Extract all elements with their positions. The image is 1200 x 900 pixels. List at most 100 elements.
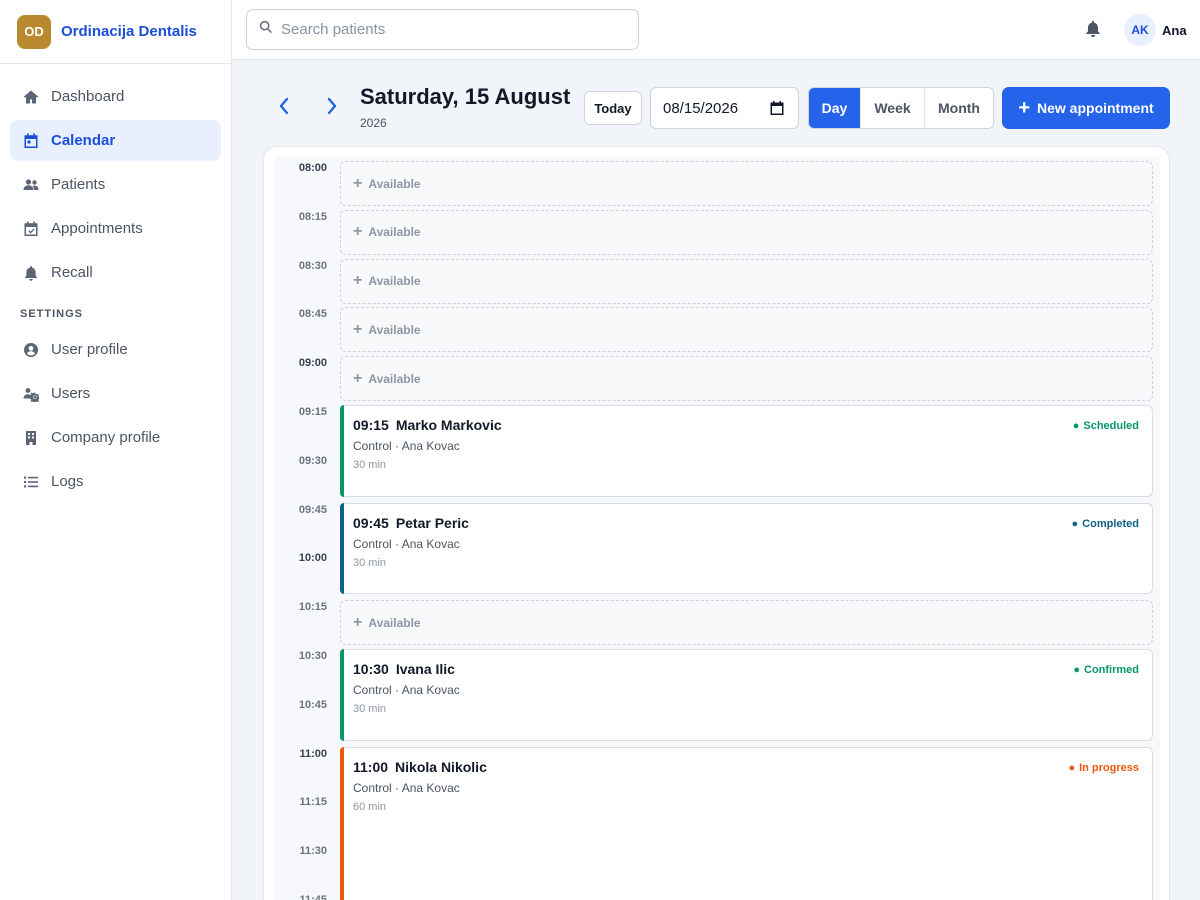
avatar: AK [1124,14,1156,46]
list-icon [22,473,40,491]
appointment-card[interactable]: 10:30 Ivana Ilic Control · Ana Kovac 30 min… [340,649,1153,741]
available-label: Available [368,225,421,240]
status-label: Scheduled [1083,420,1139,432]
appointment-time: 11:00 [353,758,389,775]
sidebar-item-users[interactable]: Users [10,373,221,414]
users-icon [22,176,40,194]
status-bar [340,649,344,741]
status-dot-icon: ● [1071,517,1079,530]
home-icon [22,88,40,106]
view-month-button[interactable]: Month [925,88,993,128]
new-appointment-button[interactable]: + New appointment [1002,87,1170,129]
doctor-name: Ana Kovac [401,683,460,697]
date-field-value: 08/15/2026 [663,99,739,117]
sidebar-item-label: Recall [51,264,93,281]
available-slot[interactable]: + Available [340,307,1153,353]
calendar-picker-icon[interactable] [770,101,784,115]
date-field[interactable]: 08/15/2026 [650,87,799,129]
available-slot[interactable]: + Available [340,258,1153,304]
appointment-meta: Control · Ana Kovac [353,683,1140,697]
available-slot[interactable]: + Available [340,356,1153,402]
time-label: 11:15 [299,796,327,809]
brand-name: Ordinacija Dentalis [61,23,197,40]
view-day-button[interactable]: Day [809,88,861,128]
sidebar-item-label: User profile [51,341,128,358]
patient-name: Petar Peric [395,514,469,531]
brand[interactable]: OD Ordinacija Dentalis [0,0,231,64]
time-label: 10:45 [298,698,327,711]
sidebar-item-calendar[interactable]: Calendar [10,120,221,161]
appointment-card[interactable]: 09:15 Marko Markovic Control · Ana Kovac 30… [340,405,1153,497]
time-label: 10:30 [298,650,327,662]
appointment-type: Control [353,536,392,551]
time-label: 11:45 [299,894,327,900]
view-week-button[interactable]: Week [861,88,925,128]
appointment-meta: Control · Ana Kovac [353,537,1140,551]
next-day-button[interactable] [326,97,340,117]
status-label: In progress [1079,761,1139,774]
doctor-name: Ana Kovac [401,780,460,795]
doctor-name: Ana Kovac [401,439,460,453]
notifications-button[interactable] [1085,20,1103,40]
appointment-meta: Control · Ana Kovac [353,439,1140,453]
available-slot[interactable]: + Available [340,209,1153,255]
time-label: 09:30 [298,454,327,467]
appointment-card[interactable]: 09:45 Petar Peric Control · Ana Kovac 30 mi… [340,502,1153,595]
plus-icon: + [353,320,363,338]
sidebar-item-recall[interactable]: Recall [10,252,221,293]
calendar-icon [22,132,40,150]
date-year: 2026 [360,116,387,130]
sidebar-item-company-profile[interactable]: Company profile [10,417,221,458]
appointment-type: Control [353,439,392,453]
available-slot[interactable]: + Available [340,600,1153,646]
appointment-type: Control [353,683,392,697]
time-label: 09:00 [298,357,327,370]
available-slot[interactable]: + Available [340,161,1153,206]
user-menu[interactable]: AK Ana [1124,14,1187,46]
appointment-card[interactable]: 11:00 Nikola Nikolic Control · Ana Kovac 60… [340,746,1153,900]
status-label: Completed [1082,517,1139,530]
building-icon [22,429,40,447]
users-cog-icon [22,385,40,403]
search-input[interactable] [281,21,621,38]
sidebar-item-patients[interactable]: Patients [10,164,221,205]
appointment-duration: 30 min [353,556,387,569]
plus-icon: + [353,613,363,631]
status-badge: ● Confirmed [1073,664,1139,676]
sidebar-item-appointments[interactable]: Appointments [10,208,221,249]
status-bar [340,502,344,595]
status-badge: ● Completed [1072,518,1140,530]
sidebar-item-dashboard[interactable]: Dashboard [10,76,221,117]
bell-icon [22,264,40,282]
meta-separator: · [391,439,402,453]
sidebar-item-label: Company profile [51,429,161,446]
status-dot-icon: ● [1072,420,1080,432]
time-label: 08:15 [298,210,327,223]
brand-logo: OD [17,14,51,49]
appointment-time: 09:15 [353,417,389,433]
appointment-meta: Control · Ana Kovac [353,781,1140,795]
appointment-type: Control [353,780,392,795]
available-label: Available [368,371,421,386]
doctor-name: Ana Kovac [401,536,460,551]
prev-day-button[interactable] [278,97,292,117]
status-label: Confirmed [1084,664,1139,676]
today-button[interactable]: Today [584,91,642,125]
sidebar-item-label: Appointments [51,220,143,237]
bell-icon [1085,20,1101,42]
appointment-title: 09:15 Marko Markovic [353,417,1140,433]
meta-separator: · [391,780,402,795]
sidebar-item-user-profile[interactable]: User profile [10,329,221,370]
status-badge: ● In progress [1068,762,1139,774]
available-label: Available [368,615,421,630]
appointment-time: 10:30 [353,661,389,677]
status-dot-icon: ● [1068,761,1076,774]
time-label: 08:00 [298,162,327,174]
appointment-title: 10:30 Ivana Ilic [353,661,1140,677]
search-box[interactable] [246,9,639,50]
status-badge: ● Scheduled [1073,420,1139,432]
patient-name: Nikola Nikolic [395,758,487,775]
chevron-right-icon [326,97,338,119]
time-label: 08:45 [298,308,327,321]
sidebar-item-logs[interactable]: Logs [10,461,221,502]
